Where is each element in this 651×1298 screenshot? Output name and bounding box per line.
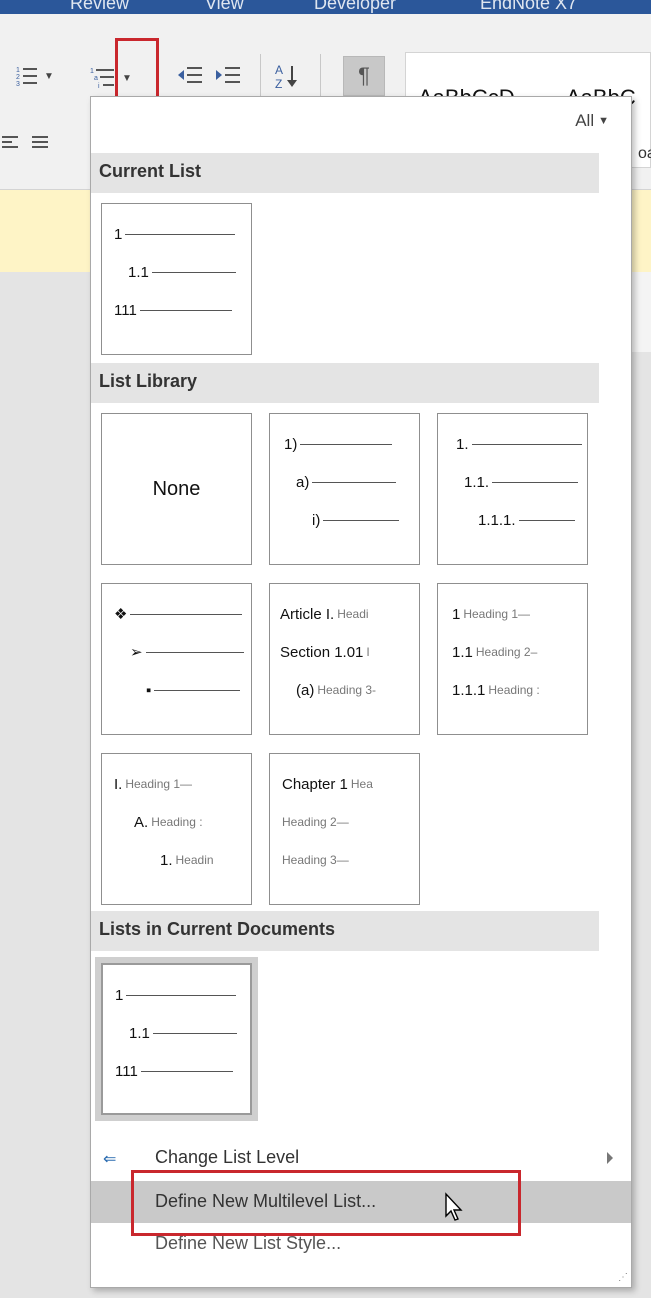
submenu-arrow-icon bbox=[607, 1152, 613, 1164]
library-tile-none[interactable]: None bbox=[101, 413, 252, 565]
library-tile-roman-heading[interactable]: I. Heading 1— A. Heading : 1. Headin bbox=[101, 753, 252, 905]
sort-button[interactable]: A Z bbox=[270, 56, 304, 96]
list-level-2: a) bbox=[296, 472, 397, 492]
svg-text:3: 3 bbox=[16, 81, 20, 87]
svg-text:a: a bbox=[94, 75, 98, 82]
pilcrow-icon: ¶ bbox=[358, 63, 370, 88]
list-level-1: Chapter 1 Hea bbox=[282, 775, 373, 793]
increase-indent-icon bbox=[216, 67, 240, 83]
tab-endnote[interactable]: EndNote X7 bbox=[480, 0, 577, 14]
multilevel-button-highlight bbox=[115, 38, 159, 104]
svg-text:1: 1 bbox=[90, 68, 94, 75]
document-list-tile[interactable]: 1 1.1 111 bbox=[101, 963, 252, 1115]
library-tile-decimal[interactable]: 1. 1.1. 1.1.1. bbox=[437, 413, 588, 565]
list-level-1: ❖ bbox=[114, 604, 243, 624]
none-label: None bbox=[152, 478, 201, 500]
list-level-3: Heading 3— bbox=[282, 853, 349, 867]
increase-indent-button[interactable] bbox=[210, 60, 246, 90]
chevron-down-icon: ▼ bbox=[598, 115, 609, 127]
show-formatting-button[interactable]: ¶ bbox=[343, 56, 385, 96]
section-header-list-library: List Library bbox=[91, 363, 599, 403]
list-level-1: Article I. Headi bbox=[280, 605, 369, 623]
multilevel-list-icon: 1 a i bbox=[90, 68, 114, 90]
change-level-icon: ⇐ bbox=[103, 1151, 117, 1168]
tab-review[interactable]: Review bbox=[70, 0, 129, 14]
current-list-tile[interactable]: 1 1.1 111 bbox=[101, 203, 252, 355]
decrease-indent-button[interactable] bbox=[172, 60, 208, 90]
align-left-icon[interactable] bbox=[2, 136, 20, 152]
list-level-3: i) bbox=[312, 510, 400, 530]
list-level-2: 1.1 bbox=[128, 262, 236, 282]
align-center-icon[interactable] bbox=[32, 136, 50, 152]
numbering-icon: 1 2 3 bbox=[16, 67, 37, 87]
ribbon-divider bbox=[320, 54, 321, 98]
list-level-2: ➢ bbox=[130, 642, 244, 662]
resize-grip-icon[interactable]: ⋰ bbox=[618, 1272, 628, 1283]
filter-dropdown[interactable]: All ▼ bbox=[575, 111, 609, 131]
list-level-3: ▪ bbox=[146, 680, 241, 700]
list-level-2: Heading 2— bbox=[282, 815, 349, 829]
list-level-3: 1.1.1. bbox=[478, 510, 575, 530]
style-label-clipped: oa bbox=[638, 145, 651, 162]
section-header-current-list: Current List bbox=[91, 153, 599, 193]
change-list-level-label: Change List Level bbox=[155, 1147, 300, 1167]
library-tile-heading-numbering[interactable]: 1 Heading 1— 1.1 Heading 2– 1.1.1 Heading : bbox=[437, 583, 588, 735]
tab-developer[interactable]: Developer bbox=[314, 0, 396, 14]
square-bullet-icon: ▪ bbox=[146, 681, 152, 699]
list-level-3: 111 bbox=[114, 300, 232, 320]
list-level-1: 1) bbox=[284, 434, 393, 454]
multilevel-list-dropdown: All ▼ Current List 1 1.1 111 List Library… bbox=[90, 96, 632, 1288]
library-tile-bullets[interactable]: ❖ ➢ ▪ bbox=[101, 583, 252, 735]
list-level-2: 1.1 bbox=[129, 1023, 237, 1043]
arrow-bullet-icon: ➢ bbox=[130, 644, 143, 661]
list-level-3: 1. Headin bbox=[160, 851, 214, 869]
list-level-1: 1 Heading 1— bbox=[452, 605, 531, 623]
ribbon-tab-bar: : Review View Developer EndNote X7 bbox=[0, 0, 651, 14]
library-tile-chapter-heading[interactable]: Chapter 1 Hea Heading 2— Heading 3— bbox=[269, 753, 420, 905]
list-level-2: A. Heading : bbox=[134, 813, 203, 831]
numbering-dropdown-icon[interactable]: ▼ bbox=[44, 71, 54, 82]
filter-label: All bbox=[575, 111, 595, 130]
sort-az-icon: A Z bbox=[275, 63, 297, 90]
diamond-bullet-icon: ❖ bbox=[114, 606, 128, 623]
svg-text:A: A bbox=[275, 63, 283, 77]
list-level-3: 1.1.1 Heading : bbox=[452, 681, 540, 699]
list-level-1: 1 bbox=[115, 985, 237, 1005]
tab-view[interactable]: View bbox=[205, 0, 244, 14]
list-level-1: I. Heading 1— bbox=[114, 775, 193, 793]
svg-text:Z: Z bbox=[275, 77, 282, 90]
section-header-current-documents: Lists in Current Documents bbox=[91, 911, 599, 951]
ribbon-divider bbox=[260, 54, 261, 98]
tab-partial-glyph[interactable]: : bbox=[0, 0, 1, 14]
list-level-2: 1.1 Heading 2– bbox=[452, 643, 538, 661]
list-level-3: 111 bbox=[115, 1061, 233, 1081]
list-level-3: (a) Heading 3- bbox=[296, 681, 377, 699]
define-list-style-label: Define New List Style... bbox=[155, 1233, 342, 1253]
list-level-1: 1. bbox=[456, 434, 582, 454]
svg-text:2: 2 bbox=[16, 74, 20, 81]
library-tile-paren-numbering[interactable]: 1) a) i) bbox=[269, 413, 420, 565]
svg-text:i: i bbox=[98, 83, 100, 90]
numbering-button[interactable]: 1 2 3 ▼ bbox=[16, 56, 70, 96]
decrease-indent-icon bbox=[178, 67, 202, 83]
list-level-1: 1 bbox=[114, 224, 236, 244]
library-tile-article-section[interactable]: Article I. Headi Section 1.01 I (a) Heading… bbox=[269, 583, 420, 735]
list-level-2: Section 1.01 I bbox=[280, 643, 370, 661]
mouse-cursor-icon bbox=[445, 1192, 463, 1221]
list-level-2: 1.1. bbox=[464, 472, 579, 492]
svg-text:1: 1 bbox=[16, 67, 20, 74]
